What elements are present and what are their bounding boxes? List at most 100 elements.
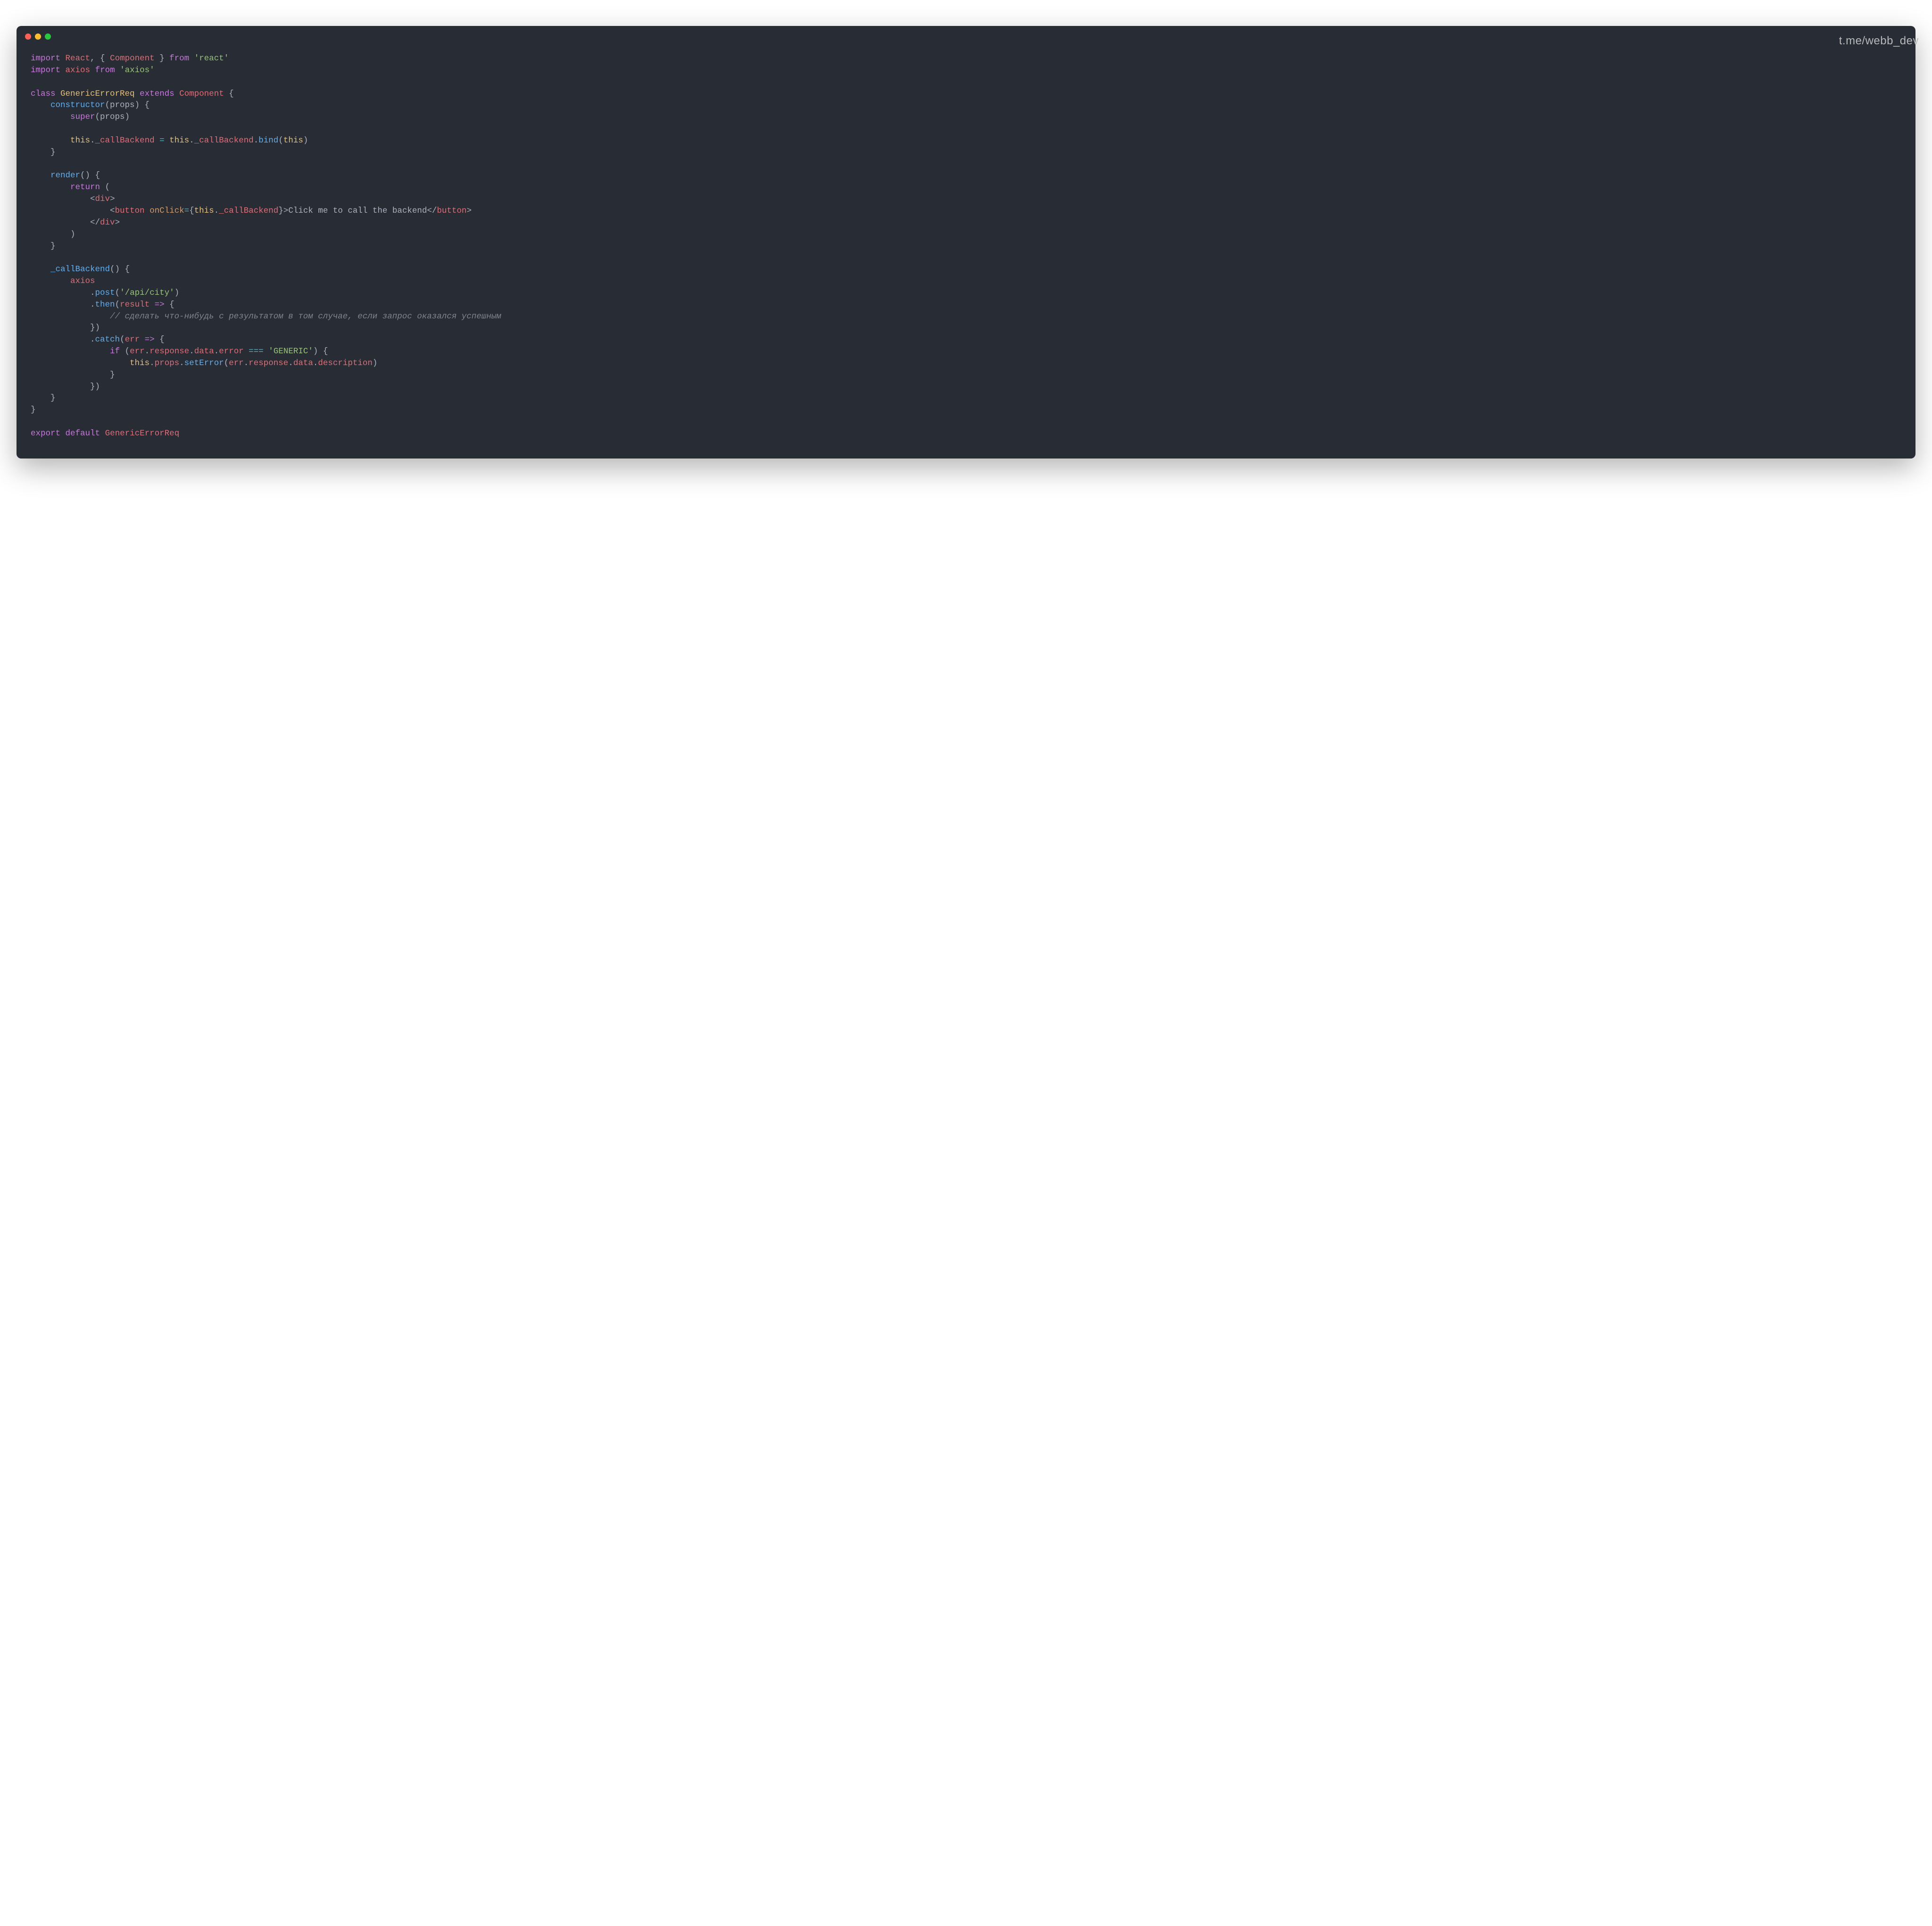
code-token: err xyxy=(229,359,244,368)
code-token xyxy=(31,265,50,274)
code-token: . xyxy=(288,359,293,368)
code-token: } xyxy=(50,148,56,157)
code-token: button xyxy=(115,206,145,216)
code-token: constructor xyxy=(50,100,105,110)
code-token: if xyxy=(110,347,120,356)
code-token: then xyxy=(95,300,115,309)
code-token xyxy=(31,136,70,145)
code-token: ) xyxy=(175,288,180,298)
code-token: GenericErrorReq xyxy=(60,89,135,99)
code-token: . xyxy=(179,359,184,368)
close-icon[interactable] xyxy=(25,33,31,40)
code-token: _callBackend xyxy=(50,265,110,274)
code-token xyxy=(31,230,70,239)
code-token: this xyxy=(130,359,150,368)
maximize-icon[interactable] xyxy=(45,33,51,40)
code-token: ) xyxy=(70,230,75,239)
code-token: } xyxy=(155,54,170,63)
code-token: extends xyxy=(140,89,175,99)
code-token xyxy=(31,171,50,180)
code-token: return xyxy=(70,183,100,192)
code-token: setError xyxy=(184,359,224,368)
code-token: } xyxy=(50,393,56,403)
code-token: . xyxy=(254,136,259,145)
code-token xyxy=(31,100,50,110)
code-token: ( xyxy=(115,300,120,309)
code-token xyxy=(31,335,90,344)
code-token: { xyxy=(189,206,194,216)
code-token: export xyxy=(31,429,60,438)
code-token: bind xyxy=(258,136,278,145)
code-token: response xyxy=(249,359,288,368)
code-token: . xyxy=(90,300,95,309)
code-token: () { xyxy=(80,171,100,180)
code-token: Component xyxy=(110,54,155,63)
code-token: div xyxy=(95,194,110,204)
code-token: _callBackend xyxy=(219,206,278,216)
code-token: . xyxy=(214,347,219,356)
code-token: error xyxy=(219,347,244,356)
code-token: this xyxy=(169,136,189,145)
code-token xyxy=(31,194,90,204)
code-token: axios xyxy=(70,276,95,286)
code-token: response xyxy=(150,347,189,356)
code-token: = xyxy=(155,136,170,145)
code-token xyxy=(31,359,130,368)
code-token: ( xyxy=(278,136,283,145)
code-token: _callBackend xyxy=(194,136,254,145)
code-token xyxy=(31,323,90,333)
code-token: } xyxy=(278,206,283,216)
code-token: ) xyxy=(303,136,308,145)
code-token: ) xyxy=(373,359,378,368)
code-token: < xyxy=(110,206,115,216)
code-token: . xyxy=(244,359,249,368)
code-token: </ xyxy=(427,206,437,216)
code-token xyxy=(31,206,110,216)
code-token: result xyxy=(120,300,150,309)
code-token: = xyxy=(184,206,190,216)
code-token: this xyxy=(194,206,214,216)
code-token: err xyxy=(130,347,145,356)
code-token: default xyxy=(66,429,100,438)
code-token xyxy=(31,276,70,286)
code-token: => xyxy=(140,335,159,344)
code-token: ( xyxy=(115,288,120,298)
code-token xyxy=(31,218,90,227)
code-token: class xyxy=(31,89,56,99)
code-token xyxy=(31,393,50,403)
code-token: 'react' xyxy=(194,54,229,63)
code-token: 'axios' xyxy=(120,66,155,75)
code-token xyxy=(31,148,50,157)
code-token: { xyxy=(159,335,165,344)
code-token: > xyxy=(110,194,115,204)
code-token: ( xyxy=(120,335,125,344)
code-token: catch xyxy=(95,335,120,344)
code-token xyxy=(31,370,110,380)
code-token: , { xyxy=(90,54,110,63)
code-token: => xyxy=(150,300,169,309)
code-token: . xyxy=(189,347,194,356)
code-token: { xyxy=(169,300,175,309)
code-token: Component xyxy=(179,89,224,99)
minimize-icon[interactable] xyxy=(35,33,41,40)
code-token xyxy=(145,206,150,216)
code-token xyxy=(31,242,50,251)
code-token: Click me to call the backend xyxy=(288,206,427,216)
code-token: . xyxy=(189,136,194,145)
code-token xyxy=(31,183,70,192)
code-token: } xyxy=(50,242,56,251)
code-token: () { xyxy=(110,265,130,274)
code-token: from xyxy=(169,54,189,63)
code-token: > xyxy=(283,206,289,216)
code-token: </ xyxy=(90,218,100,227)
code-token: } xyxy=(31,405,36,415)
code-token: err xyxy=(125,335,140,344)
code-token: } xyxy=(110,370,115,380)
code-token xyxy=(31,288,90,298)
code-token: ) { xyxy=(313,347,328,356)
code-token: render xyxy=(50,171,80,180)
code-token: '/api/city' xyxy=(120,288,175,298)
code-token: ( xyxy=(120,347,130,356)
code-token: div xyxy=(100,218,115,227)
code-token: . xyxy=(90,335,95,344)
